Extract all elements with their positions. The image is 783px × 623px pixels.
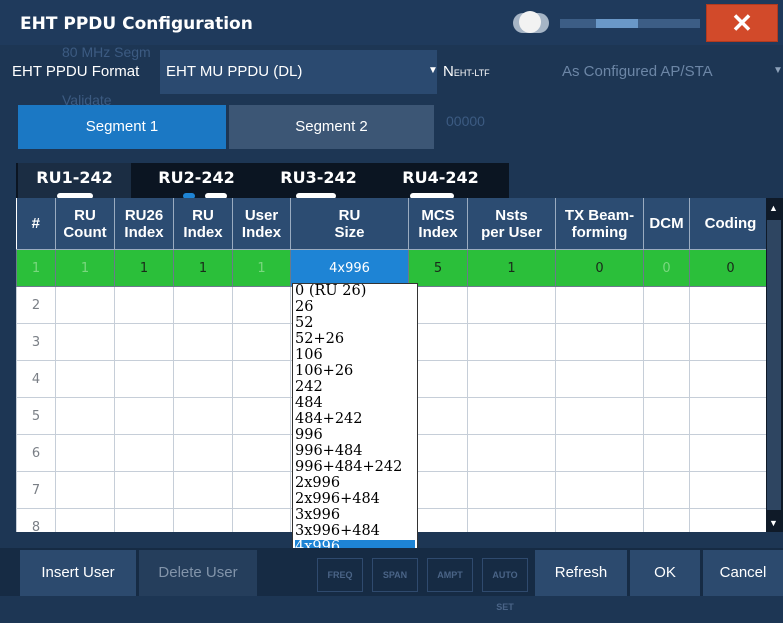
cancel-button[interactable]: Cancel	[703, 550, 783, 596]
dropdown-option[interactable]: 2x996	[295, 476, 415, 491]
row-number: 7	[16, 471, 56, 509]
table-row[interactable]: 1 1 1 1 1 4x996 5 1 0 0 0	[16, 249, 771, 287]
delete-user-button[interactable]: Delete User	[139, 550, 257, 596]
ppdu-format-value[interactable]: EHT MU PPDU (DL)	[166, 63, 302, 80]
col-header-ru-index: RU Index	[173, 198, 233, 250]
dropdown-option[interactable]: 484	[295, 396, 415, 411]
transparency-slider-fill	[596, 19, 638, 28]
col-header-ru-size: RU Size	[290, 198, 409, 250]
cell-nsts[interactable]: 1	[467, 249, 556, 287]
row-number: 6	[16, 434, 56, 472]
insert-user-button[interactable]: Insert User	[20, 550, 136, 596]
dropdown-option[interactable]: 106+26	[295, 364, 415, 379]
close-button[interactable]: ✕	[706, 4, 778, 42]
col-header-coding: Coding	[689, 198, 771, 250]
dropdown-option[interactable]: 996	[295, 428, 415, 443]
ok-button[interactable]: OK	[630, 550, 700, 596]
col-header-mcs-index: MCS Index	[408, 198, 468, 250]
col-header-user-index: User Index	[232, 198, 291, 250]
segment-1-button[interactable]: Segment 1	[18, 105, 226, 149]
scrollbar-thumb[interactable]	[767, 220, 781, 510]
scroll-down-icon[interactable]: ▼	[769, 518, 778, 528]
col-header-ru26-index: RU26 Index	[114, 198, 174, 250]
cell-user-index: 1	[232, 249, 291, 287]
toggle-knob[interactable]	[519, 11, 541, 33]
chevron-down-icon[interactable]: ▼	[428, 65, 438, 76]
col-header-number: #	[16, 198, 56, 250]
cell-ru-size[interactable]: 4x996	[290, 249, 409, 287]
neht-ltf-value[interactable]: As Configured AP/STA	[562, 63, 713, 80]
neht-ltf-label: NEHT-LTF	[443, 63, 490, 80]
cell-ru-index[interactable]: 1	[173, 249, 233, 287]
cell-ru-count: 1	[55, 249, 115, 287]
col-header-dcm: DCM	[643, 198, 690, 250]
dropdown-option[interactable]: 3x996+484	[295, 524, 415, 539]
dropdown-option[interactable]: 2x996+484	[295, 492, 415, 507]
ghost-text: 00000	[446, 113, 485, 129]
cell-ru26-index[interactable]: 1	[114, 249, 174, 287]
cell-number: 1	[16, 249, 56, 287]
tab-ru2-242[interactable]: RU2-242	[140, 163, 253, 198]
dropdown-option[interactable]: 996+484+242	[295, 460, 415, 475]
dialog-title: EHT PPDU Configuration	[20, 14, 253, 34]
ghost-freq-key: FREQ	[317, 558, 363, 592]
dropdown-option[interactable]: 242	[295, 380, 415, 395]
ghost-text: 80 MHz Segm	[62, 44, 151, 60]
table-header-row: # RU Count RU26 Index RU Index User Index RU…	[16, 198, 771, 250]
row-number: 8	[16, 508, 56, 532]
row-number: 3	[16, 323, 56, 361]
dropdown-option[interactable]: 484+242	[295, 412, 415, 427]
cell-mcs-index[interactable]: 5	[408, 249, 468, 287]
cell-coding[interactable]: 0	[689, 249, 771, 287]
dropdown-option[interactable]: 106	[295, 348, 415, 363]
cell-dcm: 0	[643, 249, 690, 287]
chevron-down-icon[interactable]: ▼	[773, 65, 783, 76]
segment-2-button[interactable]: Segment 2	[229, 105, 434, 149]
col-header-tx-beamforming: TX Beam-forming	[555, 198, 644, 250]
scroll-up-icon[interactable]: ▲	[769, 203, 778, 213]
dropdown-option[interactable]: 52	[295, 316, 415, 331]
dropdown-option[interactable]: 0 (RU 26)	[295, 284, 415, 299]
ghost-ampt-key: AMPT	[427, 558, 473, 592]
dropdown-option[interactable]: 52+26	[295, 332, 415, 347]
col-header-ru-count: RU Count	[55, 198, 115, 250]
row-number: 4	[16, 360, 56, 398]
col-header-nsts: Nsts per User	[467, 198, 556, 250]
cell-tx-beamforming[interactable]: 0	[555, 249, 644, 287]
ppdu-format-label: EHT PPDU Format	[12, 63, 140, 80]
ghost-autoset-key: AUTO SET	[482, 558, 528, 612]
ru-size-dropdown[interactable]: 0 (RU 26) 26 52 52+26 106 106+26 242 484…	[292, 283, 418, 560]
ghost-span-key: SPAN	[372, 558, 418, 592]
row-number: 5	[16, 397, 56, 435]
refresh-button[interactable]: Refresh	[535, 550, 627, 596]
dropdown-option[interactable]: 996+484	[295, 444, 415, 459]
dropdown-option[interactable]: 26	[295, 300, 415, 315]
row-number: 2	[16, 286, 56, 324]
dropdown-option[interactable]: 3x996	[295, 508, 415, 523]
